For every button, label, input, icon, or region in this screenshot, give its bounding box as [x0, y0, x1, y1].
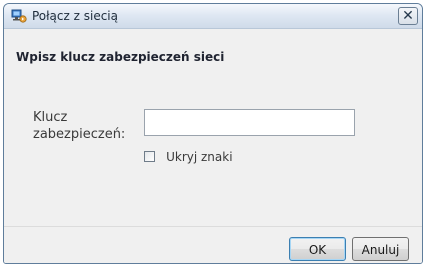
- title-bar[interactable]: Połącz z siecią ✕: [4, 4, 422, 29]
- security-key-label: Klucz zabezpieczeń:: [33, 110, 126, 142]
- cancel-button[interactable]: Anuluj: [352, 237, 409, 261]
- close-button[interactable]: ✕: [398, 7, 418, 25]
- ok-button[interactable]: OK: [289, 237, 346, 261]
- dialog-heading: Wpisz klucz zabezpieczeń sieci: [16, 50, 225, 64]
- network-connect-icon: [11, 8, 27, 24]
- window-title: Połącz z siecią: [32, 9, 118, 23]
- button-bar: OK Anuluj: [4, 226, 422, 263]
- hide-characters-checkbox[interactable]: [144, 151, 155, 162]
- security-key-input[interactable]: [144, 109, 355, 136]
- dialog-content: Wpisz klucz zabezpieczeń sieci Klucz zab…: [4, 29, 422, 226]
- close-icon: ✕: [402, 8, 414, 24]
- connect-dialog: Połącz z siecią ✕ Wpisz klucz zabezpiecz…: [3, 3, 423, 264]
- hide-characters-option[interactable]: Ukryj znaki: [144, 146, 233, 164]
- hide-characters-label[interactable]: Ukryj znaki: [166, 150, 232, 164]
